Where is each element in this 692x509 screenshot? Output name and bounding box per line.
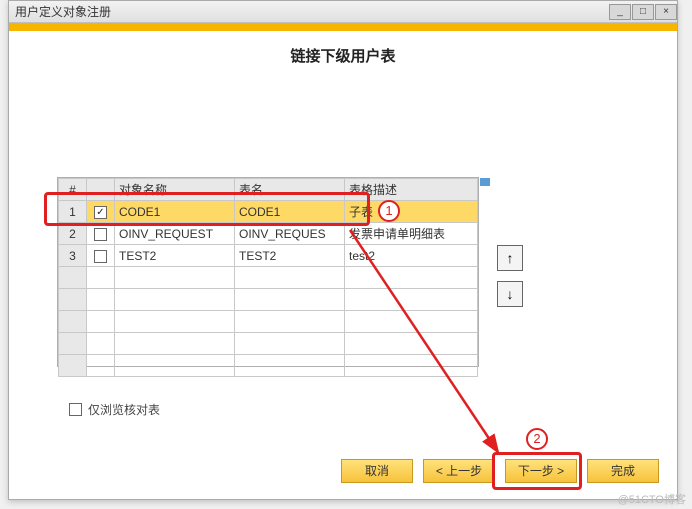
- linked-tables: # 对象名称 表名 表格描述 1 CODE1 CODE1 子表 2 OINV_R…: [58, 178, 478, 377]
- cell-table-name: CODE1: [235, 201, 345, 223]
- cell-table-name: TEST2: [235, 245, 345, 267]
- user-tables-grid: # 对象名称 表名 表格描述 1 CODE1 CODE1 子表 2 OINV_R…: [57, 177, 479, 367]
- cell-table-desc: 发票申请单明细表: [345, 223, 478, 245]
- browse-only-checkbox[interactable]: [69, 403, 82, 416]
- cell-table-name: OINV_REQUES: [235, 223, 345, 245]
- finish-button[interactable]: 完成: [587, 459, 659, 483]
- move-down-button[interactable]: ↓: [497, 281, 523, 307]
- wizard-buttons: 取消 < 上一步 下一步 > 完成: [341, 459, 659, 483]
- scroll-indicator-icon: [480, 178, 490, 186]
- header-table-desc: 表格描述: [345, 179, 478, 201]
- header-object-name: 对象名称: [115, 179, 235, 201]
- window-title: 用户定义对象注册: [15, 3, 608, 20]
- cell-object-name: TEST2: [115, 245, 235, 267]
- cell-table-desc: test2: [345, 245, 478, 267]
- cancel-button[interactable]: 取消: [341, 459, 413, 483]
- table-row[interactable]: 3 TEST2 TEST2 test2: [59, 245, 478, 267]
- cell-object-name: CODE1: [115, 201, 235, 223]
- dialog-window: 用户定义对象注册 _ □ × 链接下级用户表 # 对象名称 表名 表格描述 1 …: [8, 0, 678, 500]
- table-row: [59, 355, 478, 377]
- close-button[interactable]: ×: [655, 4, 677, 20]
- cell-object-name: OINV_REQUEST: [115, 223, 235, 245]
- row-number: 2: [59, 223, 87, 245]
- row-number: 1: [59, 201, 87, 223]
- header-checkbox: [87, 179, 115, 201]
- table-row[interactable]: 1 CODE1 CODE1 子表: [59, 201, 478, 223]
- minimize-button[interactable]: _: [609, 4, 631, 20]
- next-button[interactable]: 下一步 >: [505, 459, 577, 483]
- table-row: [59, 311, 478, 333]
- browse-only-label: 仅浏览核对表: [88, 401, 160, 418]
- table-row: [59, 267, 478, 289]
- page-subtitle: 链接下级用户表: [9, 31, 677, 74]
- prev-button[interactable]: < 上一步: [423, 459, 495, 483]
- accent-strip: [9, 23, 677, 31]
- move-up-button[interactable]: ↑: [497, 245, 523, 271]
- table-row[interactable]: 2 OINV_REQUEST OINV_REQUES 发票申请单明细表: [59, 223, 478, 245]
- header-table-name: 表名: [235, 179, 345, 201]
- titlebar: 用户定义对象注册 _ □ ×: [9, 1, 677, 23]
- reorder-controls: ↑ ↓: [497, 245, 525, 317]
- row-number: 3: [59, 245, 87, 267]
- row-checkbox[interactable]: [94, 250, 107, 263]
- table-header-row: # 对象名称 表名 表格描述: [59, 179, 478, 201]
- row-checkbox[interactable]: [94, 206, 107, 219]
- cell-table-desc: 子表: [345, 201, 478, 223]
- browse-only-option[interactable]: 仅浏览核对表: [69, 401, 160, 418]
- header-rownum: #: [59, 179, 87, 201]
- table-row: [59, 333, 478, 355]
- maximize-button[interactable]: □: [632, 4, 654, 20]
- table-row: [59, 289, 478, 311]
- row-checkbox[interactable]: [94, 228, 107, 241]
- watermark: @51CTO博客: [618, 491, 686, 507]
